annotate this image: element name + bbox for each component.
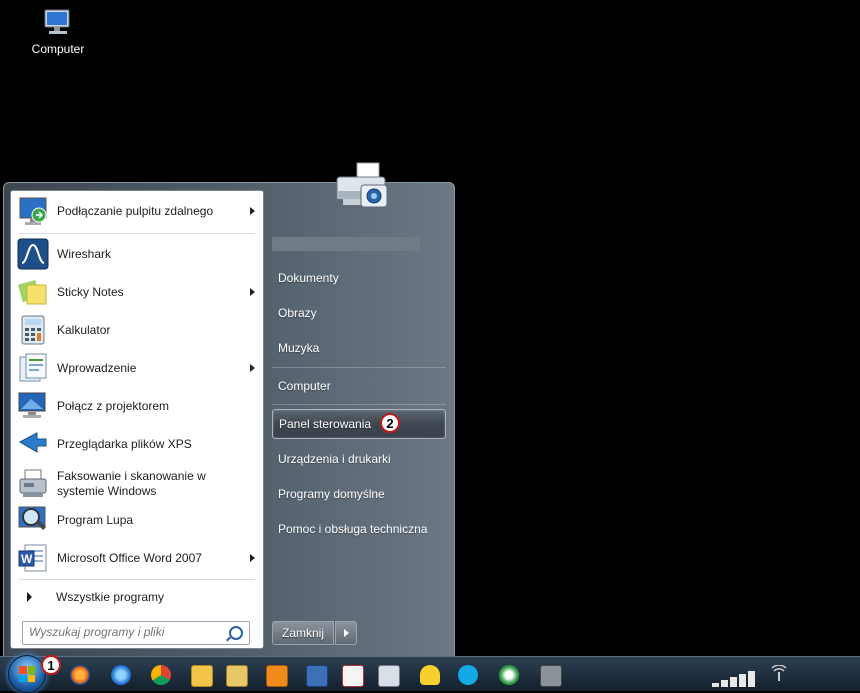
- triangle-right-icon: [27, 592, 32, 602]
- taskbar: 1: [0, 655, 860, 693]
- right-item-help-support[interactable]: Pomoc i obsługa techniczna: [272, 514, 446, 544]
- projector-icon: [17, 390, 49, 422]
- right-item-computer[interactable]: Computer: [272, 371, 446, 401]
- wireshark-icon: [17, 238, 49, 270]
- submenu-arrow-icon[interactable]: [250, 364, 255, 372]
- separator: [272, 404, 446, 405]
- word-icon: W: [17, 542, 49, 574]
- all-programs-button[interactable]: Wszystkie programy: [15, 585, 259, 609]
- chrome-icon[interactable]: [151, 665, 171, 685]
- program-item-getting-started[interactable]: Wprowadzenie: [15, 350, 259, 386]
- separator: [19, 233, 255, 234]
- tool-icon[interactable]: [540, 665, 562, 687]
- explorer-icon[interactable]: [226, 665, 248, 687]
- program-item-fax-scan[interactable]: Faksowanie i skanowanie w systemie Windo…: [15, 464, 259, 504]
- program-item-xps-viewer[interactable]: Przeglądarka plików XPS: [15, 426, 259, 462]
- program-label: Przeglądarka plików XPS: [57, 436, 192, 451]
- submenu-arrow-icon[interactable]: [250, 288, 255, 296]
- firefox-icon[interactable]: [70, 665, 90, 685]
- separator: [272, 367, 446, 368]
- program-label: Faksowanie i skanowanie w systemie Windo…: [57, 469, 206, 498]
- desktop-computer-label: Computer: [31, 42, 85, 56]
- windows-logo-icon: [19, 666, 35, 682]
- sticky-notes-icon: [17, 276, 49, 308]
- program-item-remote-desktop[interactable]: Podłączanie pulpitu zdalnego: [15, 193, 259, 229]
- program-label: Wireshark: [57, 246, 112, 261]
- vlc-icon[interactable]: [420, 665, 440, 685]
- program-label: Microsoft Office Word 2007: [57, 550, 202, 565]
- right-item-pictures[interactable]: Obrazy: [272, 298, 446, 328]
- wireless-network-icon[interactable]: [770, 664, 788, 683]
- shutdown-button[interactable]: Zamknij: [272, 621, 334, 645]
- program-label: Podłączanie pulpitu zdalnego: [57, 203, 214, 218]
- magnifier-icon: [17, 504, 49, 536]
- program-item-calculator[interactable]: Kalkulator: [15, 312, 259, 348]
- program-item-sticky-notes[interactable]: Sticky Notes: [15, 274, 259, 310]
- media-player-icon[interactable]: [266, 665, 288, 687]
- all-programs-label: Wszystkie programy: [56, 590, 165, 604]
- right-item-control-panel[interactable]: Panel sterowania: [272, 409, 446, 439]
- search-box[interactable]: [22, 621, 250, 645]
- right-item-default-programs[interactable]: Programy domyślne: [272, 479, 446, 509]
- start-button[interactable]: [8, 655, 46, 693]
- shutdown-options-button[interactable]: [335, 621, 357, 645]
- program-label: Sticky Notes: [57, 284, 124, 299]
- program-label: Wprowadzenie: [57, 360, 137, 375]
- programs-pane: Podłączanie pulpitu zdalnego Wireshark S…: [10, 190, 264, 649]
- right-item-devices-printers[interactable]: Urządzenia i drukarki: [272, 444, 446, 474]
- fax-scan-icon: [17, 468, 49, 500]
- outlook-icon[interactable]: [191, 665, 213, 687]
- search-icon[interactable]: [229, 626, 243, 640]
- program-item-word[interactable]: W Microsoft Office Word 2007: [15, 540, 259, 576]
- program-label: Program Lupa: [57, 512, 134, 527]
- xps-viewer-icon: [17, 428, 49, 460]
- app-icon[interactable]: [378, 665, 400, 687]
- skype-icon[interactable]: [458, 665, 478, 685]
- right-item-documents[interactable]: Dokumenty: [272, 263, 446, 293]
- computer-icon: [41, 8, 75, 38]
- user-name[interactable]: [272, 237, 420, 251]
- places-pane: Dokumenty Obrazy Muzyka Computer Panel s…: [266, 162, 454, 657]
- program-label: Połącz z projektorem: [57, 398, 170, 413]
- signal-strength-icon[interactable]: [712, 671, 756, 687]
- calculator-icon: [17, 314, 49, 346]
- program-item-projector[interactable]: Połącz z projektorem: [15, 388, 259, 424]
- program-label: Kalkulator: [57, 322, 111, 337]
- control-panel-label: Panel sterowania: [279, 417, 372, 431]
- separator: [19, 579, 255, 580]
- search-input[interactable]: [23, 622, 225, 642]
- network-icon[interactable]: [306, 665, 328, 687]
- program-item-wireshark[interactable]: Wireshark: [15, 236, 259, 272]
- getting-started-icon: [17, 352, 49, 384]
- desktop-computer-icon[interactable]: Computer: [22, 8, 94, 56]
- remote-desktop-icon: [17, 195, 49, 227]
- submenu-arrow-icon[interactable]: [250, 207, 255, 215]
- user-picture-icon[interactable]: [331, 161, 395, 219]
- program-item-magnifier[interactable]: Program Lupa: [15, 502, 259, 538]
- svg-text:W: W: [21, 552, 33, 566]
- ie-icon[interactable]: [111, 665, 131, 685]
- submenu-arrow-icon[interactable]: [250, 554, 255, 562]
- right-item-music[interactable]: Muzyka: [272, 333, 446, 363]
- annotation-badge-1: 1: [41, 655, 61, 675]
- paint-icon[interactable]: [342, 665, 364, 687]
- kmplayer-icon[interactable]: [499, 665, 519, 685]
- annotation-badge-2: 2: [380, 413, 400, 433]
